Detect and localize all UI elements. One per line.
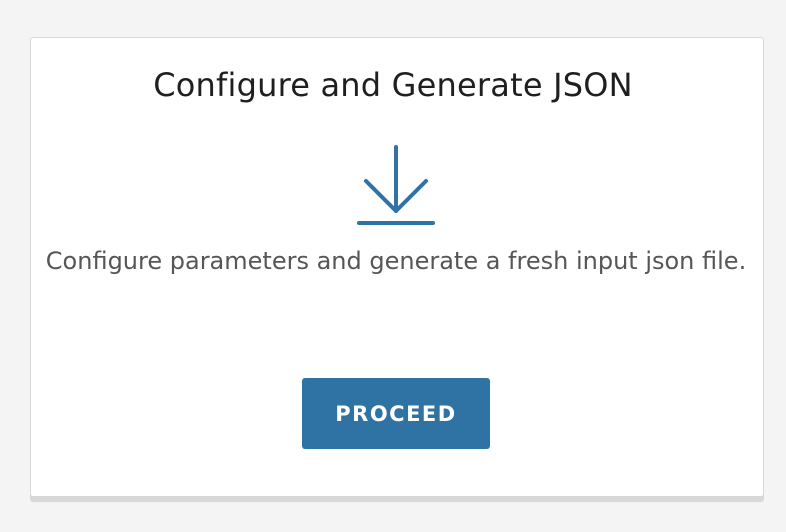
page: Configure and Generate JSON Configure pa…	[0, 0, 786, 532]
download-icon	[357, 145, 435, 225]
card-description: Configure parameters and generate a fres…	[45, 247, 747, 275]
proceed-button[interactable]: PROCEED	[302, 378, 490, 449]
card-title: Configure and Generate JSON	[153, 66, 633, 104]
